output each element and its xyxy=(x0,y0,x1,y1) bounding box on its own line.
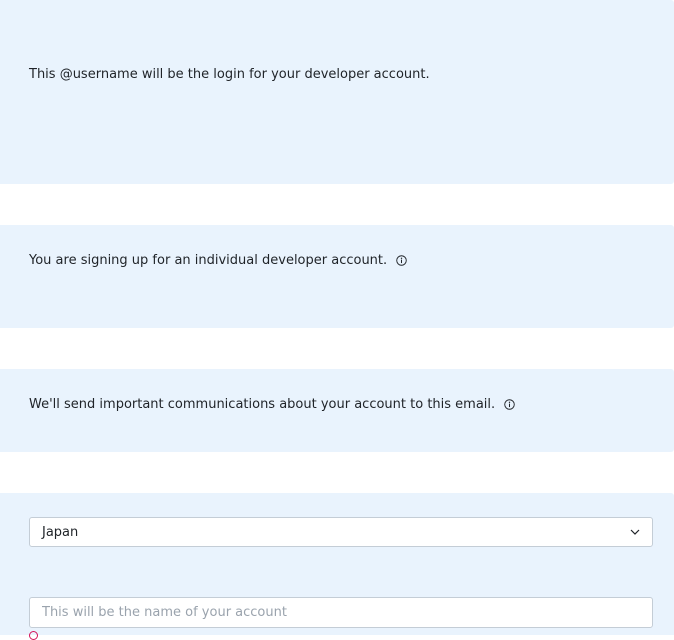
email-note: We'll send important communications abou… xyxy=(29,397,515,413)
username-note-text: This @username will be the login for you… xyxy=(29,67,430,82)
account-name-input[interactable] xyxy=(29,597,653,628)
username-note: This @username will be the login for you… xyxy=(29,67,430,83)
info-icon[interactable] xyxy=(504,398,515,410)
country-select[interactable]: Japan xyxy=(29,517,653,547)
account-type-note: You are signing up for an individual dev… xyxy=(29,253,407,269)
email-note-text: We'll send important communications abou… xyxy=(29,397,496,412)
username-panel xyxy=(0,0,674,184)
error-icon xyxy=(29,631,38,640)
account-type-panel xyxy=(0,225,674,328)
chevron-down-icon xyxy=(630,527,640,537)
account-type-note-text: You are signing up for an individual dev… xyxy=(29,253,388,268)
info-icon[interactable] xyxy=(396,254,407,266)
country-select-value: Japan xyxy=(42,524,79,540)
